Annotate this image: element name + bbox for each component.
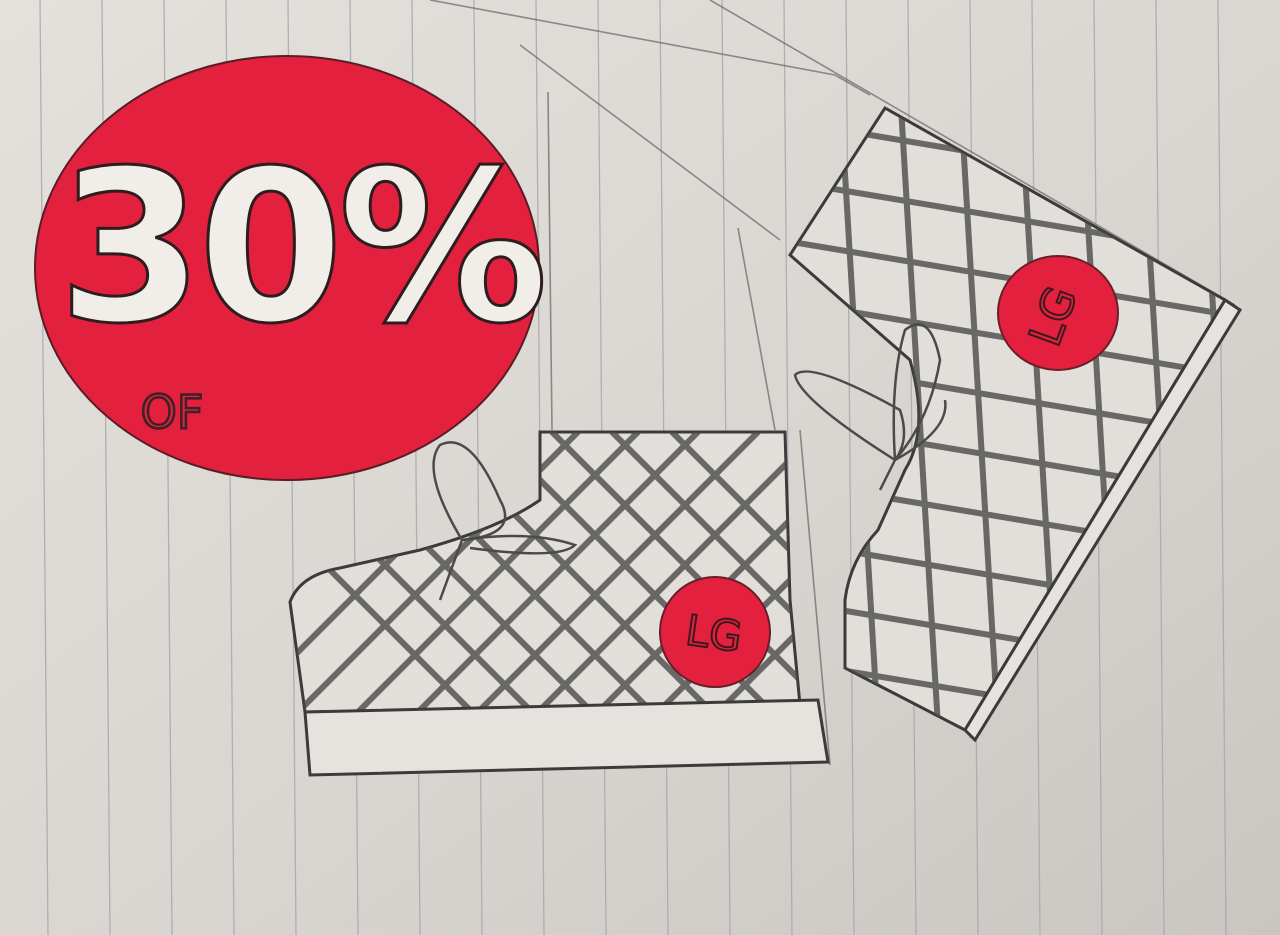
badge-percent-text: 30% xyxy=(58,125,543,370)
sketch-drawing: 30% OF LG LG xyxy=(0,0,1280,935)
badge-suffix-text: OF xyxy=(141,385,204,439)
notebook-sketch: 30% OF LG LG xyxy=(0,0,1280,935)
logo-text-left: LG xyxy=(683,605,745,661)
discount-badge: 30% OF xyxy=(34,55,550,481)
